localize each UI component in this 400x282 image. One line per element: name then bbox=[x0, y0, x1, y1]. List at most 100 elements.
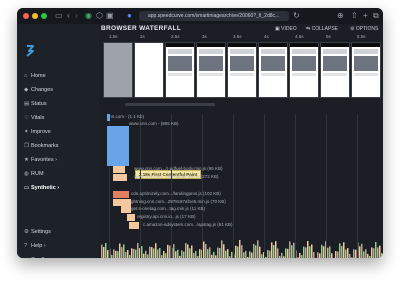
timeline-tick: 1.5s bbox=[109, 34, 118, 39]
filmstrip-frame[interactable] bbox=[320, 42, 350, 98]
cpu-sample bbox=[215, 255, 217, 258]
request-row-label[interactable]: www.cnn.com.../r-adfuel-body.min.js (95 … bbox=[134, 166, 222, 172]
request-row-label[interactable]: get.s-onetag.com...tag.min.js (11 KB) bbox=[131, 206, 205, 212]
sidebar-item-synthetic[interactable]: ▭ Synthetic › bbox=[24, 183, 59, 193]
request-row-label[interactable]: www.cnn.com...cnn-adfuel.min.js (272 KB) bbox=[134, 174, 219, 180]
download-icon[interactable]: ⊕ bbox=[337, 11, 344, 21]
sidebar-item-settings[interactable]: ⚙ Settings bbox=[24, 227, 51, 237]
sidebar-item-home[interactable]: ⌂ Home bbox=[24, 71, 46, 81]
cpu-sample bbox=[211, 254, 213, 258]
filmstrip-scrollbar[interactable] bbox=[125, 103, 215, 106]
cpu-sample bbox=[267, 250, 269, 258]
cpu-sample bbox=[371, 247, 373, 258]
sidebar-item-status[interactable]: ▤ Status bbox=[24, 99, 47, 109]
reload-icon[interactable]: ↻ bbox=[293, 11, 300, 21]
request-row-label[interactable]: cdn.optimizely.com.../landingpros.js (10… bbox=[131, 191, 221, 197]
cpu-sample bbox=[205, 244, 207, 258]
cpu-sample bbox=[177, 249, 179, 258]
frame-header bbox=[321, 43, 349, 47]
new-tab-icon[interactable]: + bbox=[363, 11, 368, 21]
cpu-sample bbox=[319, 253, 321, 258]
tab-overview-icon[interactable]: ⧉ bbox=[373, 11, 379, 21]
sidebar-item-bookmarks[interactable]: ❐ Bookmarks bbox=[24, 141, 59, 151]
cpu-sample bbox=[165, 253, 167, 258]
sidebar-item-help[interactable]: ? Help › bbox=[24, 241, 46, 251]
bookmark-icon: ❐ bbox=[24, 143, 29, 149]
cpu-sample bbox=[375, 242, 377, 258]
cpu-activity-graph bbox=[101, 240, 383, 258]
cpu-sample bbox=[309, 246, 311, 258]
sidebar-item-label: Settings bbox=[31, 229, 51, 235]
frame-headline bbox=[292, 49, 316, 54]
filmstrip-frame[interactable] bbox=[134, 42, 164, 98]
filmstrip-frame[interactable] bbox=[103, 42, 133, 98]
filmstrip-frame[interactable] bbox=[165, 42, 195, 98]
address-bar-text: app.speedcurve.com/smartimagearchive/200… bbox=[148, 13, 280, 19]
timeline-tick: 3.5s bbox=[233, 34, 242, 39]
frame-header bbox=[197, 43, 225, 47]
filmstrip-frame[interactable] bbox=[227, 42, 257, 98]
sidebar-item-improve[interactable]: ✦ Improve bbox=[24, 127, 51, 137]
cpu-sample bbox=[241, 245, 243, 258]
cpu-sample bbox=[195, 251, 197, 258]
cpu-sample bbox=[253, 243, 255, 258]
extension-icon[interactable]: ◉ bbox=[85, 11, 92, 21]
tab-icon[interactable]: ▣ bbox=[106, 11, 114, 21]
cpu-sample bbox=[249, 251, 251, 258]
filmstrip-frame[interactable] bbox=[351, 42, 381, 98]
cpu-sample bbox=[337, 251, 339, 258]
filmstrip-frame[interactable] bbox=[258, 42, 288, 98]
sidebar-toggle-icon[interactable]: ▭ bbox=[55, 11, 63, 21]
collapse-button[interactable]: ⇆ COLLAPSE bbox=[306, 26, 338, 32]
grid-line bbox=[202, 114, 203, 258]
cpu-sample bbox=[179, 255, 181, 258]
sidebar-item-favorites[interactable]: ★ Favorites › bbox=[24, 155, 57, 165]
forward-icon[interactable]: › bbox=[75, 11, 78, 21]
share-page-icon[interactable]: ⇧ bbox=[351, 11, 358, 21]
cpu-sample bbox=[135, 249, 137, 258]
video-button[interactable]: ▣ VIDEO bbox=[275, 26, 297, 32]
cpu-sample bbox=[317, 252, 319, 258]
minimize-window-button[interactable] bbox=[32, 13, 38, 19]
request-row-label[interactable]: lightning.cnn.com...2978c87af1e5.min.js … bbox=[129, 199, 226, 205]
sidebar-item-changes[interactable]: ◆ Changes bbox=[24, 85, 53, 95]
cpu-sample bbox=[147, 254, 149, 258]
lock-icon: ● bbox=[127, 11, 132, 20]
frame-text bbox=[230, 73, 254, 76]
sidebar-item-vitals[interactable]: ♡ Vitals bbox=[24, 113, 44, 123]
request-row-label[interactable]: cnn.com - (1.1 Kb) bbox=[107, 114, 144, 120]
filmstrip-frame[interactable] bbox=[289, 42, 319, 98]
sidebar-item-geoff[interactable]: ●Geoff › bbox=[24, 255, 48, 258]
request-row-label[interactable]: www.cnn.com - (865 KB) bbox=[129, 121, 179, 127]
cpu-sample bbox=[269, 250, 271, 258]
request-row-label[interactable]: c.amazon-adsystem.com.../apstag.js (61 K… bbox=[143, 222, 233, 228]
request-row-label[interactable]: registry.api.cnn.io...js (17 KB) bbox=[137, 214, 195, 220]
address-bar[interactable]: app.speedcurve.com/smartimagearchive/200… bbox=[139, 11, 289, 21]
waterfall-panel: BROWSER WATERFALL ▣ VIDEO ⇆ COLLAPSE ⚙ O… bbox=[99, 24, 383, 258]
zoom-window-button[interactable] bbox=[41, 13, 47, 19]
timeline-tick: 2s bbox=[140, 34, 145, 39]
filmstrip[interactable] bbox=[103, 42, 383, 100]
cpu-sample bbox=[279, 255, 281, 258]
cpu-sample bbox=[281, 252, 283, 258]
options-button[interactable]: ⚙ OPTIONS bbox=[350, 26, 378, 32]
cpu-sample bbox=[311, 244, 313, 258]
back-icon[interactable]: ‹ bbox=[67, 11, 70, 21]
close-window-button[interactable] bbox=[23, 13, 29, 19]
request-bar bbox=[129, 222, 139, 229]
cpu-sample bbox=[377, 247, 379, 258]
cpu-sample bbox=[175, 251, 177, 258]
cpu-sample bbox=[251, 252, 253, 258]
frame-headline bbox=[323, 49, 347, 54]
filmstrip-frame[interactable] bbox=[196, 42, 226, 98]
cpu-sample bbox=[329, 246, 331, 258]
cpu-sample bbox=[307, 241, 309, 258]
cpu-sample bbox=[369, 255, 371, 258]
grid-line bbox=[171, 114, 172, 258]
sidebar: ⌂ Home ◆ Changes ▤ Status ♡ Vitals ✦ Improve ❐ Book… bbox=[17, 24, 95, 258]
cpu-sample bbox=[193, 253, 195, 258]
options-icon: ⚙ bbox=[350, 26, 355, 32]
share-icon[interactable]: ⬡ bbox=[96, 11, 103, 21]
sidebar-item-rum[interactable]: ◍ RUM bbox=[24, 169, 44, 179]
cpu-sample bbox=[303, 246, 305, 258]
